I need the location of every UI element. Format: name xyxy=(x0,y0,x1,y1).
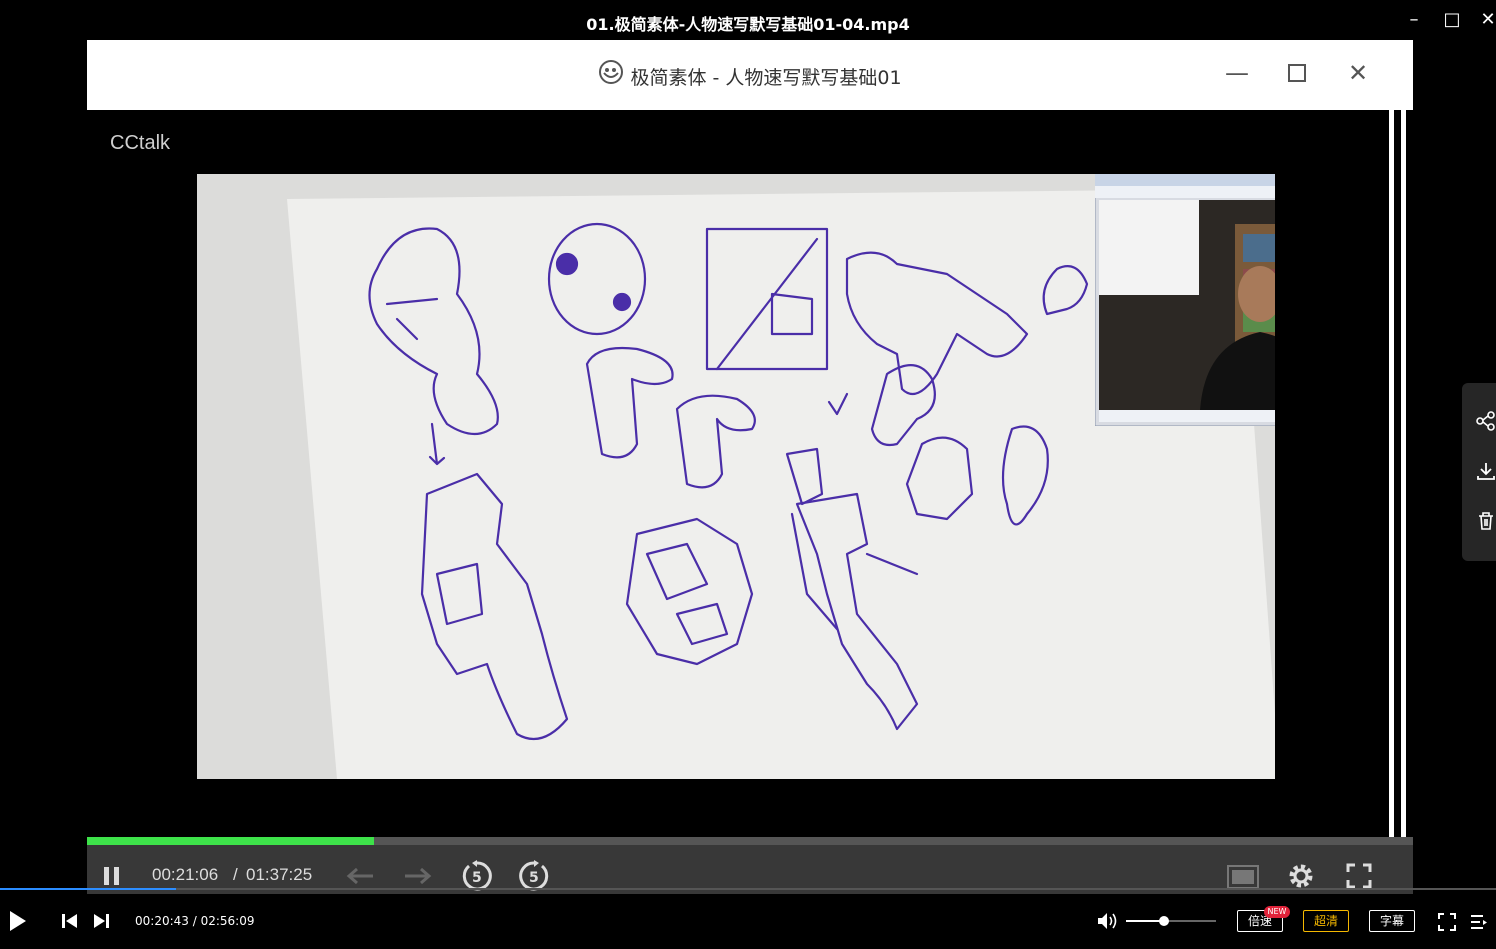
player-control-bar: 00:20:43 / 02:56:09 倍速 超清 字幕 xyxy=(0,894,1496,949)
video-frame[interactable] xyxy=(197,174,1275,779)
svg-text:5: 5 xyxy=(529,870,539,886)
inner-progress-fill xyxy=(87,837,375,845)
recorded-window: 极简素体 - 人物速写默写基础01 — ✕ CCtalk 00:21:06 / … xyxy=(87,40,1413,904)
maximize-button[interactable]: □ xyxy=(1440,8,1464,32)
rewind-5-icon: 5 xyxy=(461,860,493,896)
subtitle-button[interactable]: 字幕 xyxy=(1369,910,1415,932)
recorded-window-title: 极简素体 - 人物速写默写基础01 xyxy=(630,67,902,89)
arrow-left-icon xyxy=(345,867,375,889)
inner-current-time: 00:21:06 xyxy=(152,865,219,884)
inner-time-separator: / xyxy=(233,865,238,884)
new-badge: NEW xyxy=(1264,906,1290,918)
recorded-close-icon: ✕ xyxy=(1347,59,1369,87)
player-time: 00:20:43 / 02:56:09 xyxy=(135,914,255,928)
delete-icon[interactable] xyxy=(1476,511,1496,535)
cctalk-watermark: CCtalk xyxy=(110,132,171,154)
volume-knob[interactable] xyxy=(1158,916,1169,926)
scrollbar-line xyxy=(1389,103,1394,838)
previous-button[interactable] xyxy=(61,913,79,933)
arrow-right-icon xyxy=(403,867,433,889)
seek-track[interactable] xyxy=(0,888,1496,890)
quality-button[interactable]: 超清 xyxy=(1303,910,1349,932)
volume-icon[interactable] xyxy=(1097,912,1119,934)
next-button[interactable] xyxy=(93,913,111,933)
recorded-maximize-icon xyxy=(1282,58,1312,88)
recorded-window-title-wrap: 极简素体 - 人物速写默写基础01 xyxy=(87,40,1413,110)
forward-5-icon: 5 xyxy=(518,860,550,896)
cctalk-logo-icon xyxy=(598,41,624,117)
minimize-button[interactable]: – xyxy=(1402,8,1426,32)
share-icon[interactable] xyxy=(1476,411,1496,435)
close-button[interactable]: ✕ xyxy=(1476,8,1496,32)
scrollbar-line xyxy=(1401,103,1406,838)
fullscreen-icon[interactable] xyxy=(1438,913,1456,935)
play-button[interactable] xyxy=(8,909,28,937)
download-icon[interactable] xyxy=(1476,461,1496,485)
svg-text:5: 5 xyxy=(472,870,482,886)
inner-duration: 01:37:25 xyxy=(246,865,313,884)
seek-fill xyxy=(0,888,176,890)
playlist-icon[interactable] xyxy=(1470,913,1488,935)
side-action-panel xyxy=(1462,383,1496,561)
webcam-overlay xyxy=(1095,174,1275,426)
recorded-minimize-icon: — xyxy=(1225,59,1249,87)
window-title: 01.极简素体-人物速写默写基础01-04.mp4 xyxy=(586,15,910,34)
